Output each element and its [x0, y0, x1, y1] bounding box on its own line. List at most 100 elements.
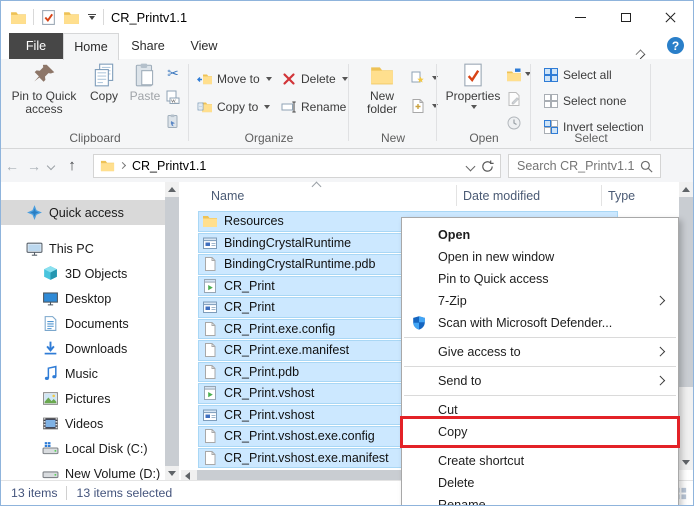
rename-icon — [281, 99, 297, 115]
context-menu-item-delete[interactable]: Delete — [402, 472, 678, 494]
column-header-type[interactable]: Type — [608, 189, 635, 203]
address-dropdown-icon[interactable] — [466, 161, 476, 171]
scroll-down-icon[interactable] — [168, 471, 176, 476]
context-menu-item-create-shortcut[interactable]: Create shortcut — [402, 450, 678, 472]
button-label: Rename — [301, 100, 346, 114]
properties-button[interactable]: Properties — [445, 62, 501, 109]
menu-item-label: Open — [438, 228, 470, 242]
group-label-clipboard: Clipboard — [1, 131, 189, 145]
tab-file[interactable]: File — [9, 33, 63, 59]
scroll-left-icon[interactable] — [185, 472, 190, 480]
tab-view[interactable]: View — [177, 33, 231, 59]
easy-access-button[interactable] — [410, 68, 438, 88]
select-none-button[interactable]: Select none — [543, 91, 626, 111]
tab-share[interactable]: Share — [119, 33, 177, 59]
paste-shortcut-icon[interactable] — [164, 112, 182, 130]
context-menu-item-scan-with-microsoft-defender[interactable]: Scan with Microsoft Defender... — [402, 312, 678, 334]
quick-access-toolbar — [10, 9, 104, 26]
sidebar-item-quick-access[interactable]: Quick access — [1, 200, 165, 225]
sidebar-item-pictures[interactable]: Pictures — [1, 386, 165, 411]
file-name: CR_Print.vshost — [224, 408, 314, 422]
help-icon[interactable]: ? — [667, 37, 684, 54]
open-button[interactable] — [505, 66, 523, 84]
explorer-window: CR_Printv1.1 File Home Share View ? Pin … — [0, 0, 694, 506]
filelist-vertical-scrollbar[interactable] — [679, 182, 693, 470]
move-to-button[interactable]: Move to — [197, 69, 272, 89]
app-icon — [202, 385, 218, 401]
copy-icon — [91, 62, 117, 88]
pin-to-quick-access-button[interactable]: Pin to Quick access — [6, 62, 82, 116]
context-menu-item-pin-to-quick-access[interactable]: Pin to Quick access — [402, 268, 678, 290]
search-icon[interactable] — [639, 159, 654, 174]
context-menu-item-give-access-to[interactable]: Give access to — [402, 341, 678, 363]
minimize-ribbon-icon[interactable] — [649, 41, 659, 49]
menu-separator — [404, 395, 676, 396]
desktop-icon — [42, 290, 59, 307]
new-item-button[interactable] — [410, 96, 438, 116]
scrollbar-thumb[interactable] — [679, 197, 693, 387]
rename-button[interactable]: Rename — [281, 97, 346, 117]
search-input[interactable]: Search CR_Printv1.1 — [508, 154, 661, 178]
back-icon[interactable]: ← — [1, 158, 23, 174]
context-menu-item-rename[interactable]: Rename — [402, 494, 678, 506]
column-divider[interactable] — [601, 185, 602, 206]
menu-item-label: Send to — [438, 374, 481, 388]
minimize-button[interactable] — [558, 1, 603, 33]
refresh-icon[interactable] — [480, 159, 495, 174]
ribbon: Pin to Quick access Copy Paste ✂ W.. Cli… — [1, 59, 693, 149]
scroll-up-icon[interactable] — [682, 187, 690, 192]
sidebar-item-desktop[interactable]: Desktop — [1, 286, 165, 311]
sidebar-item-label: Downloads — [65, 342, 127, 356]
customize-qat-dropdown-icon[interactable] — [86, 14, 97, 20]
context-menu-item-open[interactable]: Open — [402, 224, 678, 246]
properties-icon — [460, 62, 486, 88]
context-menu-item-7-zip[interactable]: 7-Zip — [402, 290, 678, 312]
sidebar-item-local-disk-c[interactable]: Local Disk (C:) — [1, 436, 165, 461]
sidebar-item-3d-objects[interactable]: 3D Objects — [1, 261, 165, 286]
sidebar-item-this-pc[interactable]: This PC — [1, 236, 165, 261]
address-folder-icon — [100, 158, 115, 173]
sidebar-scrollbar[interactable] — [165, 182, 179, 481]
doc-icon — [202, 428, 218, 444]
context-menu-item-open-in-new-window[interactable]: Open in new window — [402, 246, 678, 268]
recent-locations-icon[interactable] — [45, 163, 57, 169]
submenu-arrow-icon — [655, 376, 664, 385]
address-bar[interactable]: CR_Printv1.1 — [93, 154, 501, 178]
new-folder-button[interactable]: New folder — [355, 62, 409, 116]
copy-to-button[interactable]: Copy to — [197, 97, 270, 117]
sidebar-item-new-volume-d[interactable]: New Volume (D:) — [1, 461, 165, 481]
scroll-up-icon[interactable] — [168, 187, 176, 192]
copy-to-icon — [197, 99, 213, 115]
scroll-down-icon[interactable] — [682, 460, 690, 465]
delete-button[interactable]: Delete — [281, 69, 348, 89]
copy-path-icon[interactable]: W.. — [164, 88, 182, 106]
paste-button[interactable]: Paste — [125, 62, 165, 103]
close-button[interactable] — [648, 1, 693, 33]
sidebar-list: Quick access This PC3D Objects Desktop Docu… — [1, 182, 165, 481]
group-label-new: New — [349, 131, 437, 145]
sidebar-item-label: Desktop — [65, 292, 111, 306]
select-all-button[interactable]: Select all — [543, 65, 612, 85]
tab-home[interactable]: Home — [63, 33, 119, 60]
history-button[interactable] — [505, 114, 523, 132]
menu-item-label: Rename — [438, 498, 486, 506]
edit-button[interactable] — [505, 90, 523, 108]
sidebar-item-music[interactable]: Music — [1, 361, 165, 386]
scrollbar-thumb[interactable] — [165, 197, 179, 466]
forward-icon[interactable]: → — [23, 158, 45, 174]
new-folder-qat-icon[interactable] — [63, 9, 80, 26]
properties-qat-icon[interactable] — [40, 9, 57, 26]
column-header-name[interactable]: Name — [211, 189, 244, 203]
up-icon[interactable]: ↑ — [57, 157, 87, 174]
context-menu-item-copy[interactable]: Copy — [402, 421, 678, 443]
sidebar-item-downloads[interactable]: Downloads — [1, 336, 165, 361]
copy-button[interactable]: Copy — [84, 62, 124, 103]
sidebar-item-videos[interactable]: Videos — [1, 411, 165, 436]
column-divider[interactable] — [456, 185, 457, 206]
cut-icon[interactable]: ✂ — [164, 64, 182, 82]
maximize-button[interactable] — [603, 1, 648, 33]
context-menu-item-send-to[interactable]: Send to — [402, 370, 678, 392]
sidebar-item-documents[interactable]: Documents — [1, 311, 165, 336]
column-header-date-modified[interactable]: Date modified — [463, 189, 540, 203]
file-name: CR_Print — [224, 300, 275, 314]
